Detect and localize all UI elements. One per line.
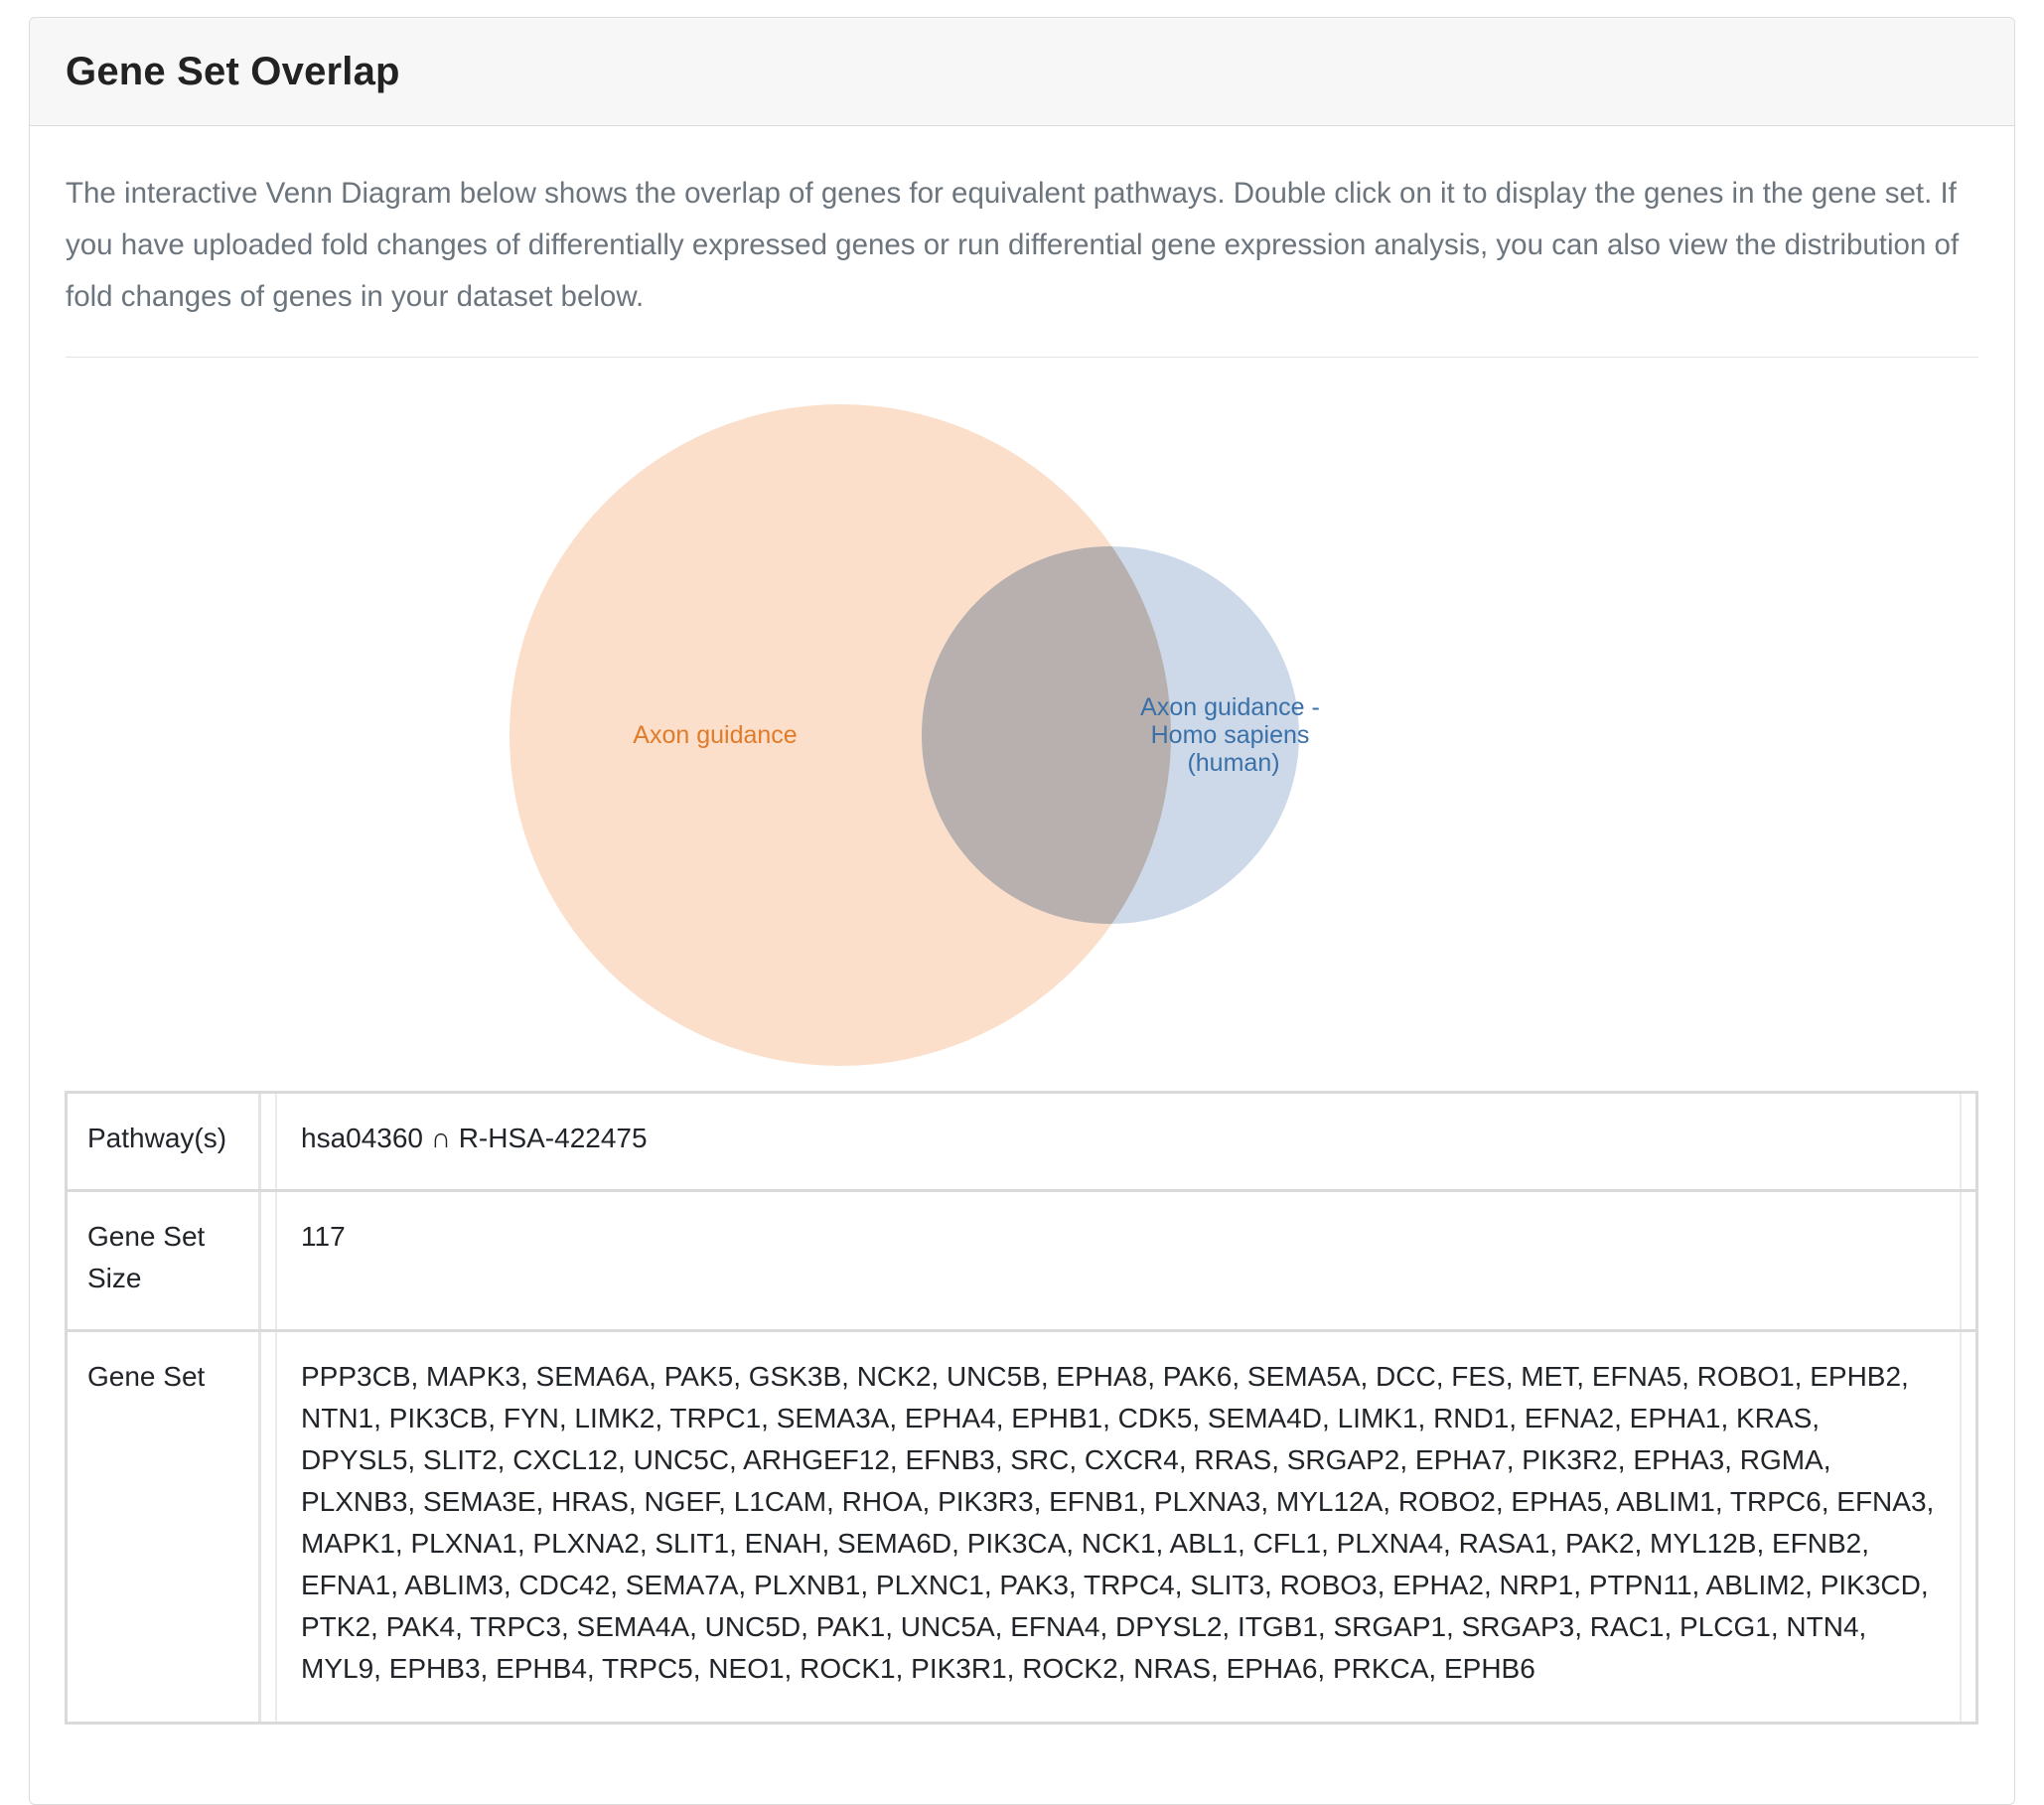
gene-set-size-label: Gene Set Size	[68, 1192, 261, 1329]
gene-set-size-value: 117	[275, 1192, 1962, 1329]
venn-set-b-label-line-3: (human)	[1187, 749, 1279, 777]
venn-set-b-label-line-2: Homo sapiens	[1151, 721, 1310, 749]
venn-set-b-label-line-1: Axon guidance -	[1140, 693, 1320, 721]
venn-set-a-label: Axon guidance	[633, 721, 797, 749]
table-row: Pathway(s) hsa04360 ∩ R-HSA-422475	[68, 1094, 1975, 1192]
venn-diagram[interactable]: Axon guidance Axon guidance - Homo sapie…	[0, 0, 2044, 1093]
pathway-label: Pathway(s)	[68, 1094, 261, 1189]
pathway-value: hsa04360 ∩ R-HSA-422475	[275, 1094, 1962, 1189]
gene-set-info-table: Pathway(s) hsa04360 ∩ R-HSA-422475 Gene …	[65, 1091, 1978, 1725]
gene-set-value: PPP3CB, MAPK3, SEMA6A, PAK5, GSK3B, NCK2…	[275, 1332, 1962, 1722]
gene-set-label: Gene Set	[68, 1332, 261, 1722]
table-row: Gene Set PPP3CB, MAPK3, SEMA6A, PAK5, GS…	[68, 1332, 1975, 1722]
table-row: Gene Set Size 117	[68, 1192, 1975, 1332]
